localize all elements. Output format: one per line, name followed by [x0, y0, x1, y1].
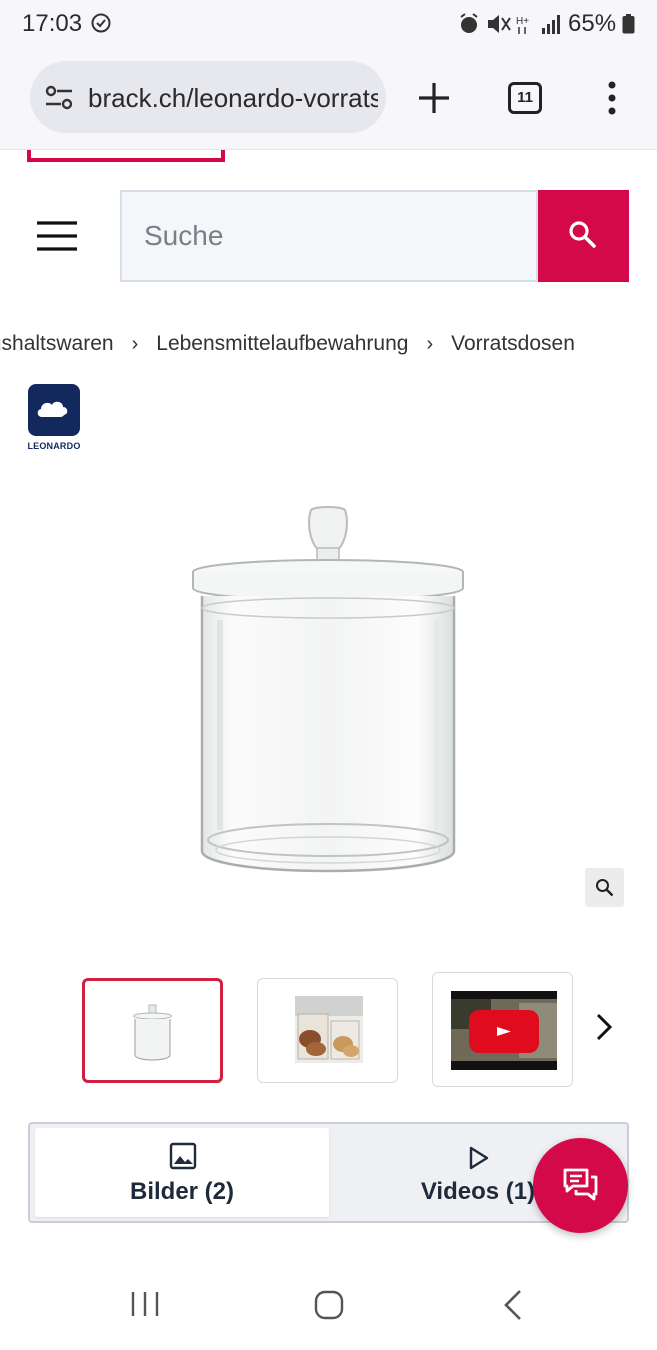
signal-icon: [542, 15, 560, 34]
chat-icon: [563, 1168, 598, 1201]
site-logo-edge[interactable]: [27, 150, 225, 162]
chevron-right-icon[interactable]: [590, 1010, 618, 1044]
home-icon[interactable]: [314, 1290, 344, 1320]
breadcrumb-item-vorratsdosen[interactable]: Vorratsdosen: [451, 332, 575, 356]
tab-switcher-button[interactable]: 11: [508, 82, 542, 114]
magnifier-icon: [596, 879, 614, 897]
thumbnail-video-1[interactable]: [432, 972, 573, 1087]
chevron-right-icon: ›: [131, 332, 139, 355]
status-time: 17:03: [22, 10, 83, 37]
check-circle-icon: [91, 13, 111, 33]
search-input[interactable]: [122, 192, 536, 280]
jars-with-cookies-thumb-icon: [295, 996, 363, 1063]
play-icon: [469, 1146, 489, 1170]
search-icon: [569, 221, 596, 248]
browser-toolbar: brack.ch/leonardo-vorratsdose 11: [0, 50, 657, 150]
url-text[interactable]: brack.ch/leonardo-vorratsdose: [88, 83, 378, 114]
brand-name: LEONARDO: [27, 441, 81, 451]
brand-logo[interactable]: [28, 384, 80, 436]
breadcrumb-item-lebensmittelaufbewahrung[interactable]: Lebensmittelaufbewahrung: [156, 332, 408, 356]
data-icon: H+: [516, 16, 529, 34]
youtube-play-icon: [469, 1010, 539, 1053]
back-icon[interactable]: [502, 1288, 524, 1322]
svg-text:H+: H+: [516, 16, 529, 27]
product-image-glass-jar[interactable]: [180, 500, 480, 885]
site-settings-icon[interactable]: [44, 85, 74, 111]
hamburger-menu-icon[interactable]: [36, 220, 78, 252]
address-bar[interactable]: brack.ch/leonardo-vorratsdose: [30, 61, 386, 133]
breadcrumb-item-haushaltswaren[interactable]: Haushaltswaren: [0, 332, 114, 356]
status-bar: 17:03 H+ 65%: [0, 0, 657, 50]
chevron-right-icon: ›: [426, 332, 434, 355]
thumbnail-image-1[interactable]: [82, 978, 223, 1083]
new-tab-button[interactable]: [414, 78, 454, 118]
cloud-icon: [37, 401, 68, 417]
recent-apps-icon[interactable]: [130, 1290, 160, 1318]
glass-jar-thumb-icon: [133, 1004, 172, 1061]
thumbnail-image-2[interactable]: [257, 978, 398, 1083]
search-button[interactable]: [538, 190, 629, 282]
breadcrumb: Haushaltswaren › Lebensmittelaufbewahrun…: [0, 332, 657, 362]
zoom-button[interactable]: [585, 868, 624, 907]
status-icons: H+: [460, 13, 560, 34]
search-field[interactable]: [120, 190, 538, 282]
mute-icon: [488, 15, 511, 33]
battery-icon: [622, 14, 635, 34]
tab-images-label: Bilder (2): [129, 1178, 234, 1205]
alarm-icon: [460, 13, 478, 33]
chat-button[interactable]: [533, 1138, 628, 1233]
video-thumb: [451, 991, 557, 1070]
more-menu-icon[interactable]: [602, 80, 622, 116]
image-icon: [169, 1142, 197, 1170]
battery-percentage: 65%: [568, 10, 617, 37]
tab-images[interactable]: Bilder (2): [35, 1128, 329, 1217]
system-navigation-bar: [0, 1255, 657, 1350]
